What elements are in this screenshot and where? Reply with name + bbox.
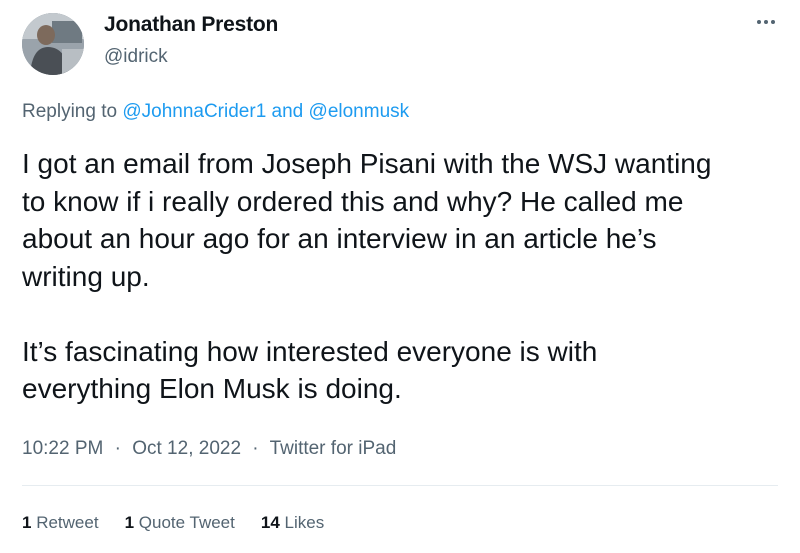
tweet-source[interactable]: Twitter for iPad [270,438,397,459]
divider [22,485,778,486]
quote-tweets-stat[interactable]: 1 Quote Tweet [125,513,235,533]
separator: · [114,438,121,459]
reply-conjunction: and [271,101,304,122]
dot [764,20,768,24]
tweet-time[interactable]: 10:22 PM [22,438,103,459]
mention-elonmusk[interactable]: @elonmusk [309,101,410,122]
avatar[interactable] [22,13,84,75]
retweets-stat[interactable]: 1 Retweet [22,513,99,533]
mention-johnnacrider1[interactable]: @JohnnaCrider1 [122,101,266,122]
tweet-date[interactable]: Oct 12, 2022 [132,438,241,459]
retweets-label: Retweet [36,513,99,532]
likes-label: Likes [284,513,325,532]
engagement-stats: 1 Retweet 1 Quote Tweet 14 Likes [22,513,324,533]
profile-photo-icon [22,13,84,75]
author-name[interactable]: Jonathan Preston [104,13,278,37]
retweets-count: 1 [22,513,32,532]
tweet-paragraph-2: It’s fascinating how interested everyone… [22,335,598,405]
likes-stat[interactable]: 14 Likes [261,513,324,533]
tweet-metadata: 10:22 PM · Oct 12, 2022 · Twitter for iP… [22,438,396,460]
quotes-count: 1 [124,513,135,532]
replying-to: Replying to @JohnnaCrider1 and @elonmusk [22,101,409,123]
author-handle[interactable]: @idrick [104,46,168,68]
dot [757,20,761,24]
quotes-label: Quote Tweet [138,513,235,532]
tweet-card: Jonathan Preston @idrick Replying to @Jo… [0,0,800,553]
tweet-text: I got an email from Joseph Pisani with t… [22,145,792,408]
replying-to-label: Replying to [22,101,118,122]
likes-count: 14 [260,513,280,532]
dot [771,20,775,24]
tweet-paragraph-1: I got an email from Joseph Pisani with t… [22,148,712,292]
more-options-icon[interactable] [752,12,780,32]
separator: · [252,438,259,459]
